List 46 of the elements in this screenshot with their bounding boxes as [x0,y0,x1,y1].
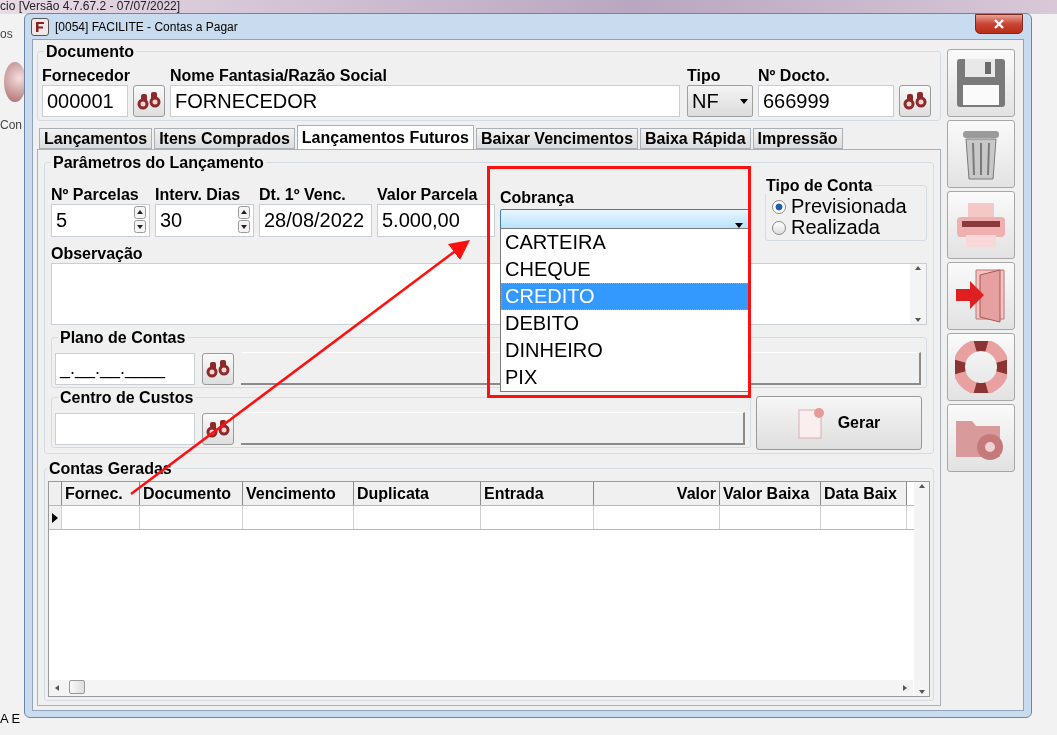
column-header[interactable]: Data Baix [821,482,907,505]
tab[interactable]: Itens Comprados [154,128,295,149]
radio-option[interactable]: Previsionada [772,196,920,217]
field-label: Nº Parcelas [51,185,140,204]
window-title: [0054] FACILITE - Contas a Pagar [55,19,238,34]
field-label: Observação [51,244,144,263]
column-header[interactable]: Duplicata [354,482,481,505]
generate-button[interactable]: Gerar [756,396,922,450]
type-dropdown[interactable]: NF [687,85,753,117]
column-header[interactable]: Entrada [481,482,594,505]
field-label: Interv. Dias [155,185,242,204]
column-header[interactable]: Fornec. [62,482,140,505]
radio-option[interactable]: Realizada [772,217,920,238]
text-field[interactable]: 666999 [758,85,894,117]
background-text: os [0,27,13,41]
tab[interactable]: Lançamentos Futuros [296,125,474,149]
field-label: Nº Docto. [758,66,831,85]
field-label: Dt. 1º Venc. [259,185,347,204]
column-header[interactable]: Documento [140,482,243,505]
text-field[interactable]: 5.000,00 [377,204,495,237]
column-header[interactable]: Valor Baixa [720,482,821,505]
background-status-text: A E [0,711,21,726]
group-title: Parâmetros do Lançamento [51,154,266,171]
tab[interactable]: Lançamentos [39,128,153,149]
tab[interactable]: Impressão [752,128,843,149]
group-title: Documento [44,43,136,60]
field-label: Nome Fantasia/Razão Social [170,66,388,85]
text-field[interactable]: 28/08/2022 [259,204,372,237]
group-title: Centro de Custos [58,389,196,406]
field-label: Cobrança [500,188,575,207]
number-spinner[interactable]: 30 [155,204,254,237]
group-title: Tipo de Conta [764,177,875,194]
field-label: Fornecedor [42,66,128,85]
field-label: Valor Parcela [377,185,479,204]
group-title: Plano de Contas [58,329,188,346]
column-header[interactable]: Vencimento [243,482,354,505]
text-field[interactable]: FORNECEDOR [170,85,680,117]
tab[interactable]: Baixa Rápida [640,128,751,149]
text-field[interactable]: 000001 [42,85,128,117]
background-text: Con [0,118,22,132]
column-header[interactable]: Valor [594,482,720,505]
tab[interactable]: Baixar Vencimentos [475,128,639,149]
background-window-title: cio [Versão 4.7.67.2 - 07/07/2022] [0,0,181,13]
field-label: Tipo [687,66,722,85]
account-code-field[interactable]: _.__.__.____ [55,352,195,385]
number-spinner[interactable]: 5 [51,204,150,237]
